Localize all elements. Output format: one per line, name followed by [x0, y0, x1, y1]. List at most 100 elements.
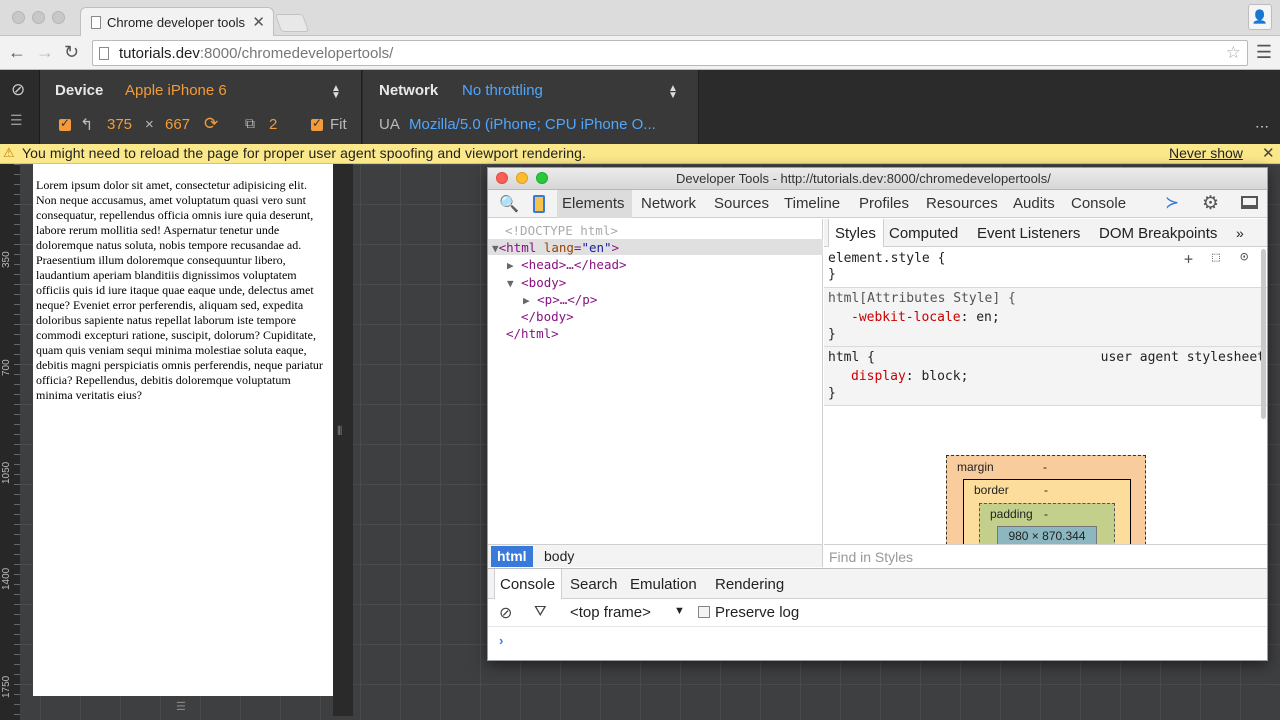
never-show-link[interactable]: Never show: [1169, 145, 1243, 161]
ua-label: UA: [379, 116, 400, 133]
close-tab-icon[interactable]: ✕: [252, 13, 265, 31]
element-state-icon[interactable]: ⬚: [1212, 250, 1220, 265]
dock-side-icon[interactable]: [1241, 196, 1258, 209]
clear-console-icon[interactable]: ⊘: [499, 603, 512, 623]
rule-html-ua[interactable]: html { user agent stylesheet display: bl…: [824, 347, 1267, 406]
expand-arrow-icon[interactable]: ▼: [507, 277, 514, 290]
viewport-resizer[interactable]: [333, 164, 353, 716]
tab-console[interactable]: Console: [1071, 195, 1126, 212]
tab-network[interactable]: Network: [641, 195, 696, 212]
device-mode-icon[interactable]: [533, 195, 545, 213]
box-model-content[interactable]: 980 × 870.344: [997, 526, 1097, 546]
tab-audits[interactable]: Audits: [1013, 195, 1055, 212]
box-model-margin-value[interactable]: -: [1043, 460, 1047, 474]
drawer-tab-emulation[interactable]: Emulation: [630, 576, 697, 593]
rule-element-style[interactable]: element.style { } + ⬚ ⊙: [824, 248, 1267, 288]
more-tabs-icon[interactable]: »: [1236, 225, 1244, 241]
devtools-toolbar: 🔍 Elements Network Sources Timeline Prof…: [488, 190, 1267, 218]
drawer-tab-rendering[interactable]: Rendering: [715, 576, 784, 593]
media-queries-icon[interactable]: ☰: [10, 112, 23, 129]
bottom-resize-handle-icon[interactable]: ☰: [176, 700, 186, 713]
device-pixel-ratio-icon: ⧉: [245, 115, 255, 131]
chrome-menu-icon[interactable]: ☰: [1256, 42, 1272, 63]
inspect-element-icon[interactable]: 🔍: [499, 194, 519, 214]
url-text[interactable]: tutorials.dev:8000/chromedevelopertools/: [119, 45, 393, 62]
minimize-window-icon[interactable]: [32, 11, 45, 24]
user-agent-input[interactable]: Mozilla/5.0 (iPhone; CPU iPhone O...: [409, 116, 656, 133]
filter-icon[interactable]: ⛛: [534, 603, 547, 620]
dom-node-html-close[interactable]: </html>: [506, 326, 559, 341]
dom-node-body[interactable]: ▼ <body>: [507, 275, 566, 290]
breadcrumb-html[interactable]: html: [491, 546, 533, 567]
find-in-styles-input[interactable]: Find in Styles: [824, 544, 1267, 567]
swap-dimensions-icon[interactable]: ⟳: [204, 114, 218, 134]
tab-timeline[interactable]: Timeline: [784, 195, 840, 212]
dom-node-body-close[interactable]: </body>: [521, 309, 574, 324]
fit-checkbox[interactable]: [311, 116, 323, 131]
frame-select[interactable]: <top frame>: [570, 604, 651, 621]
dom-node-doctype[interactable]: <!DOCTYPE html>: [505, 223, 618, 238]
animations-icon[interactable]: ⊙: [1240, 249, 1248, 265]
height-input[interactable]: 667: [165, 116, 190, 133]
network-label: Network: [379, 82, 439, 99]
close-window-icon[interactable]: [12, 11, 25, 24]
property-name: -webkit-locale: [851, 310, 961, 325]
collapse-arrow-icon[interactable]: ▶: [507, 259, 514, 272]
new-tab-button[interactable]: [274, 14, 310, 32]
back-icon[interactable]: ←: [8, 42, 26, 63]
expand-arrow-icon[interactable]: ▼: [492, 242, 499, 255]
declaration-webkit-locale[interactable]: -webkit-locale: en;: [851, 310, 1000, 325]
gear-icon[interactable]: ⚙: [1202, 192, 1219, 215]
width-input[interactable]: 375: [107, 116, 132, 133]
tab-styles[interactable]: Styles: [835, 225, 876, 242]
collapse-arrow-icon[interactable]: ▶: [523, 294, 530, 307]
resize-icon: ↰: [80, 117, 94, 134]
device-select[interactable]: Apple iPhone 6: [125, 82, 227, 99]
tab-computed[interactable]: Computed: [889, 225, 958, 242]
tab-dom-breakpoints[interactable]: DOM Breakpoints: [1099, 225, 1217, 242]
more-icon[interactable]: ⋯: [1255, 118, 1269, 135]
dom-node-html[interactable]: ▼<html lang="en">: [492, 240, 619, 255]
tab-sources[interactable]: Sources: [714, 195, 769, 212]
tab-event-listeners[interactable]: Event Listeners: [977, 225, 1080, 242]
selector-html: html {: [828, 350, 875, 365]
device-viewport[interactable]: Lorem ipsum dolor sit amet, consectetur …: [33, 164, 333, 696]
zoom-window-icon[interactable]: [52, 11, 65, 24]
reload-icon[interactable]: ↻: [64, 42, 79, 63]
console-prompt[interactable]: ›: [499, 633, 503, 648]
bookmark-star-icon[interactable]: ☆: [1226, 43, 1241, 63]
warning-text: You might need to reload the page for pr…: [22, 145, 586, 161]
box-model-padding-value[interactable]: -: [1044, 507, 1048, 521]
drawer-tab-search[interactable]: Search: [570, 576, 618, 593]
new-style-rule-icon[interactable]: +: [1184, 250, 1193, 268]
forward-icon[interactable]: →: [36, 42, 54, 63]
browser-tab[interactable]: Chrome developer tools ✕: [80, 7, 274, 37]
box-model-diagram[interactable]: margin - border - padding - 980 × 870.34…: [946, 455, 1146, 563]
breadcrumb-body[interactable]: body: [544, 548, 574, 564]
tab-elements[interactable]: Elements: [562, 195, 625, 212]
drawer-tab-console[interactable]: Console: [500, 576, 555, 593]
dom-node-p[interactable]: ▶ <p>…</p>: [523, 292, 597, 307]
preserve-log-checkbox[interactable]: [698, 606, 710, 618]
preserve-log-label: Preserve log: [715, 604, 800, 621]
address-bar[interactable]: tutorials.dev:8000/chromedevelopertools/…: [92, 40, 1248, 66]
selector-element-style: element.style {: [828, 251, 946, 266]
close-warning-icon[interactable]: ✕: [1262, 144, 1275, 162]
profile-icon[interactable]: 👤: [1248, 4, 1272, 30]
network-throttling-select[interactable]: No throttling: [462, 82, 543, 99]
disable-emulation-icon[interactable]: ⊘: [11, 80, 25, 100]
tab-resources[interactable]: Resources: [926, 195, 998, 212]
box-model-border-value[interactable]: -: [1044, 483, 1048, 497]
declaration-display[interactable]: display: block;: [851, 369, 968, 384]
dpr-input[interactable]: 2: [269, 116, 277, 133]
close-window-icon[interactable]: [496, 172, 508, 184]
dom-node-head[interactable]: ▶ <head>…</head>: [507, 257, 627, 272]
tab-profiles[interactable]: Profiles: [859, 195, 909, 212]
styles-scrollbar[interactable]: [1261, 249, 1266, 419]
resolution-checkbox[interactable]: [59, 116, 71, 131]
minimize-window-icon[interactable]: [516, 172, 528, 184]
rule-attributes-style[interactable]: html[Attributes Style] { -webkit-locale:…: [824, 288, 1267, 347]
zoom-window-icon[interactable]: [536, 172, 548, 184]
resize-handle-icon[interactable]: ⦀: [337, 424, 342, 439]
drawer-toggle-icon[interactable]: ≻: [1165, 193, 1179, 213]
